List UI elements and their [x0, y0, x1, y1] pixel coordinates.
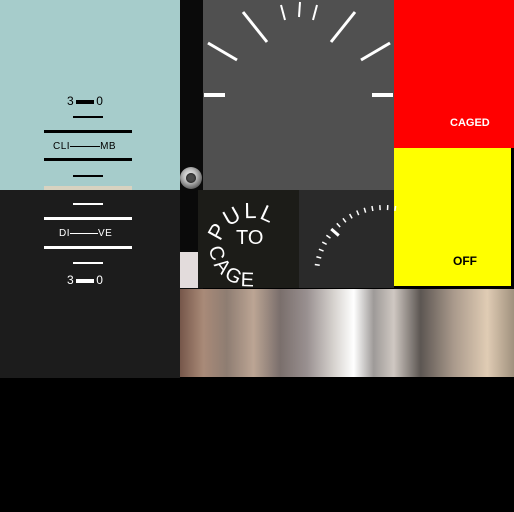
pitch-line: [44, 130, 132, 133]
pitch-line: [44, 217, 132, 220]
bank-scale-gauge: [203, 0, 394, 190]
dive-label: DI VE: [59, 228, 113, 239]
pitch-line: [73, 175, 103, 177]
bezel-highlight: [180, 252, 199, 288]
cage-knob[interactable]: PULL TO CAGE: [198, 190, 299, 292]
pitch-line: [44, 246, 132, 249]
dial-tick: [394, 205, 397, 212]
dial-tick-scale: [299, 190, 397, 288]
pitch-top-label: 30: [67, 94, 104, 108]
dial-tick: [314, 263, 320, 267]
dial-ticks: [314, 205, 397, 267]
bank-scale: [204, 1, 393, 97]
pitch-bottom-label: 30: [67, 273, 104, 287]
cage-knob-cage-text: CAGE: [204, 243, 258, 291]
dial-tick: [336, 222, 341, 228]
dial-tick: [371, 205, 374, 212]
dial-tick: [348, 213, 353, 219]
dial-tick: [325, 234, 331, 239]
pitch-line: [73, 203, 103, 205]
metallic-bezel: [180, 289, 514, 377]
cage-knob-bottom: CAGE: [204, 243, 258, 291]
off-flag: OFF: [394, 148, 511, 286]
screw-icon: [180, 167, 202, 189]
dial-tick: [363, 207, 367, 213]
caged-label: CAGED: [450, 117, 490, 129]
pitch-line: [73, 262, 103, 264]
dial-tick: [318, 248, 324, 252]
dial-tick: [330, 227, 340, 237]
dial-tick: [342, 217, 347, 223]
caged-flag: CAGED: [394, 0, 514, 148]
pitch-line: [44, 158, 132, 161]
pitch-line: [73, 116, 103, 118]
dial-tick: [321, 241, 328, 246]
dial-tick: [316, 256, 322, 259]
off-label: OFF: [453, 254, 477, 268]
attitude-sky: 30 CLI MB: [0, 0, 180, 190]
dial-tick: [356, 210, 360, 216]
attitude-ground: DI VE 30: [0, 190, 180, 378]
climb-label: CLI MB: [53, 141, 117, 152]
